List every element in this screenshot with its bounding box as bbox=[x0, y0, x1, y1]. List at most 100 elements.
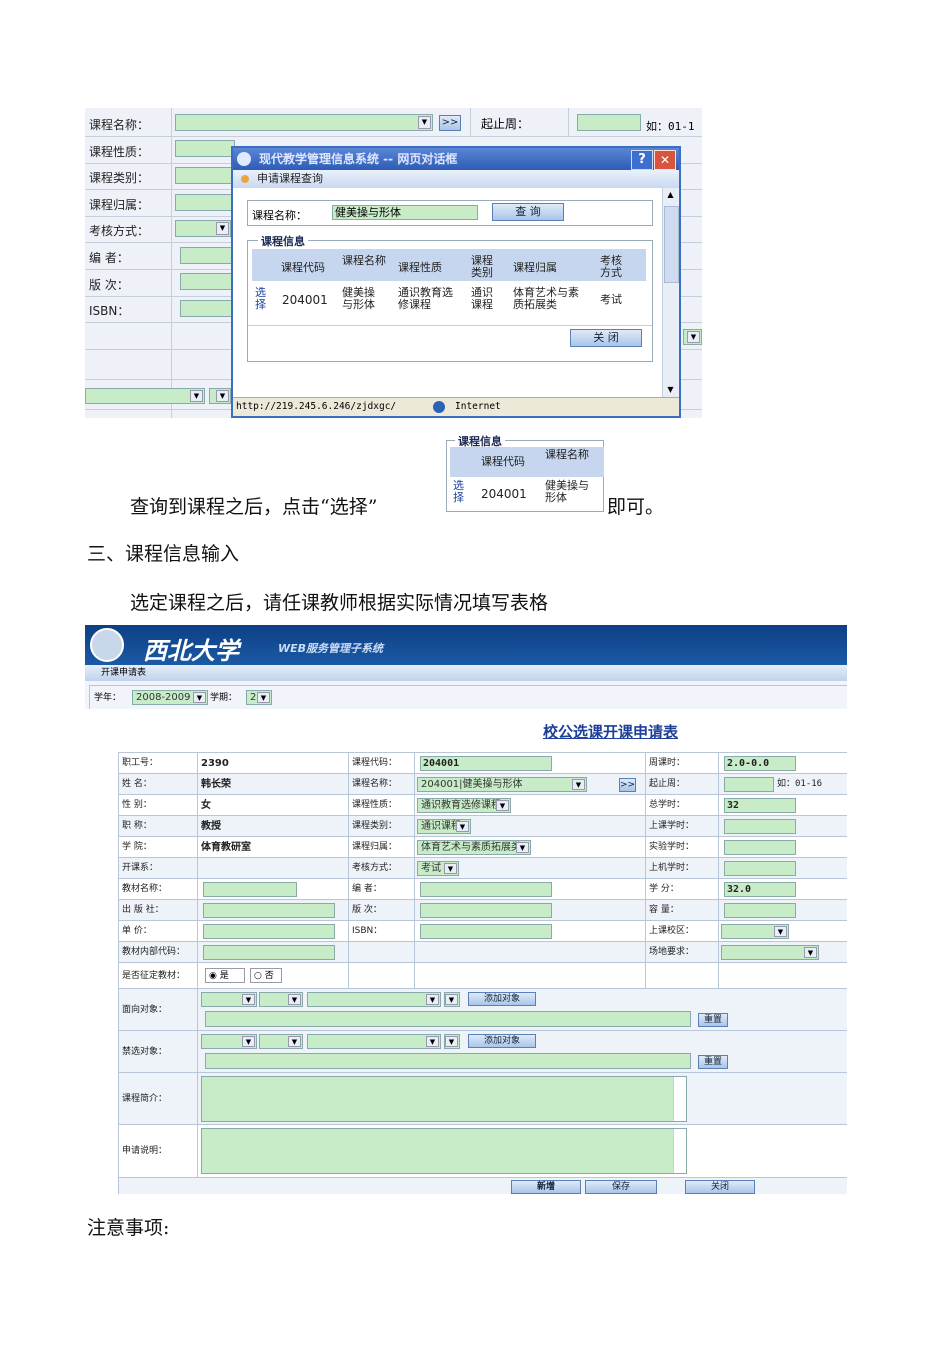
exam-select[interactable]: ▼ bbox=[175, 220, 231, 237]
field-input[interactable] bbox=[203, 945, 335, 960]
field-select[interactable]: ▼ bbox=[721, 945, 819, 960]
dialog-close-button[interactable]: 关 闭 bbox=[570, 329, 642, 347]
field-select[interactable]: 考试 ▼ bbox=[417, 861, 459, 876]
course-belong-input[interactable] bbox=[175, 194, 235, 211]
editor-input[interactable] bbox=[180, 247, 235, 264]
scroll-up-icon[interactable]: ▲ bbox=[664, 190, 677, 203]
field-label: 出 版 社： bbox=[118, 900, 197, 921]
textbook-yes-radio[interactable]: ◉ 是 bbox=[205, 968, 245, 983]
field-select[interactable]: 体育艺术与素质拓展类 ▼ bbox=[417, 840, 531, 855]
empty-cell bbox=[645, 963, 718, 989]
exclude-select-2[interactable]: ▼ bbox=[259, 1034, 303, 1049]
new-button[interactable]: 新增 bbox=[511, 1180, 581, 1194]
form-label: 课程归属： bbox=[89, 197, 150, 212]
field-label: 课程类别： bbox=[348, 816, 414, 837]
field-select[interactable]: 204001|健美操与形体 ▼ bbox=[417, 777, 587, 792]
add-exclude-button[interactable]: 添加对象 bbox=[468, 1034, 536, 1048]
year-select[interactable]: 2008-2009 ▼ bbox=[132, 690, 208, 705]
close-button[interactable]: 关闭 bbox=[685, 1180, 755, 1194]
field-input[interactable]: 204001 bbox=[420, 756, 552, 771]
target-select[interactable]: ▼ bbox=[85, 388, 205, 404]
next-button[interactable]: >> bbox=[439, 115, 461, 131]
action-row: 新增 保存 关闭 bbox=[118, 1177, 847, 1194]
exclude-list-input[interactable] bbox=[205, 1053, 691, 1069]
field-value bbox=[718, 816, 847, 837]
chevron-down-icon: ▼ bbox=[242, 994, 255, 1005]
target-list-input[interactable] bbox=[205, 1011, 691, 1027]
field-input[interactable] bbox=[420, 882, 552, 897]
target-select-2[interactable]: ▼ bbox=[209, 388, 231, 404]
field-label: 面向对象： bbox=[118, 989, 197, 1031]
field-input[interactable]: 32 bbox=[724, 798, 796, 813]
field-input[interactable] bbox=[724, 777, 774, 792]
target-select-2[interactable]: ▼ bbox=[259, 992, 303, 1007]
field-input[interactable] bbox=[203, 924, 335, 939]
exclude-select-3[interactable]: ▼ bbox=[307, 1034, 441, 1049]
field-label: 编 者： bbox=[348, 879, 414, 900]
field-input[interactable] bbox=[203, 903, 335, 918]
exclude-row: 禁选对象： ▼ ▼ ▼ ▼ 添加对象 重置 bbox=[118, 1030, 847, 1073]
note-textarea[interactable] bbox=[201, 1128, 687, 1174]
dialog-scrollbar[interactable]: ▲ ▼ bbox=[662, 188, 679, 400]
save-button[interactable]: 保存 bbox=[585, 1180, 657, 1194]
field-label: 职 称： bbox=[118, 816, 197, 837]
edition-input[interactable] bbox=[180, 273, 235, 290]
help-button[interactable]: ? bbox=[631, 150, 653, 170]
term-select[interactable]: 2 ▼ bbox=[246, 690, 272, 705]
field-input[interactable]: 2.0-0.0 bbox=[724, 756, 796, 771]
field-input[interactable] bbox=[724, 819, 796, 834]
isbn-input[interactable] bbox=[180, 300, 235, 317]
field-input[interactable] bbox=[420, 903, 552, 918]
course-category-input[interactable] bbox=[175, 167, 235, 184]
section-title: 课程信息 bbox=[258, 233, 308, 249]
form-label: 考核方式： bbox=[89, 224, 150, 239]
textbook-no-radio[interactable]: ○ 否 bbox=[250, 968, 282, 983]
field-select[interactable]: ▼ bbox=[721, 924, 789, 939]
arrow-bullet-icon bbox=[241, 175, 249, 183]
field-value bbox=[197, 900, 348, 921]
field-input[interactable] bbox=[724, 861, 796, 876]
field-input[interactable] bbox=[203, 882, 297, 897]
target-select-1[interactable]: ▼ bbox=[201, 992, 257, 1007]
field-select[interactable]: 通识教育选修课程 ▼ bbox=[417, 798, 511, 813]
field-input[interactable] bbox=[724, 903, 796, 918]
chevron-down-icon: ▼ bbox=[444, 863, 457, 874]
week-range-input[interactable] bbox=[577, 114, 641, 131]
exclude-select-4[interactable]: ▼ bbox=[444, 1034, 460, 1049]
textarea-scrollbar[interactable] bbox=[673, 1129, 686, 1173]
search-label: 课程名称： bbox=[252, 209, 307, 222]
add-target-button[interactable]: 添加对象 bbox=[468, 992, 536, 1006]
field-input[interactable]: 32.0 bbox=[724, 882, 796, 897]
field-input[interactable] bbox=[724, 840, 796, 855]
field-value: 韩长荣 bbox=[197, 774, 348, 795]
table-row: 姓 名： 韩长荣 课程名称： 204001|健美操与形体 ▼ >> 起止周： 如：01-16 bbox=[118, 773, 847, 795]
select-value: 通识教育选修课程 bbox=[421, 800, 501, 811]
course-name-select[interactable]: ▼ bbox=[175, 114, 433, 131]
target-select-3[interactable]: ▼ bbox=[307, 992, 441, 1007]
chevron-down-icon: ▼ bbox=[426, 1036, 439, 1047]
field-input[interactable] bbox=[420, 924, 552, 939]
course-name-search-input[interactable]: 健美操与形体 bbox=[332, 205, 478, 220]
intro-textarea[interactable] bbox=[201, 1076, 687, 1122]
snippet-col-name: 课程名称 bbox=[545, 448, 589, 461]
chevron-down-icon: ▼ bbox=[572, 779, 585, 790]
reset-exclude-button[interactable]: 重置 bbox=[698, 1055, 728, 1069]
select-link[interactable]: 选择 bbox=[255, 287, 268, 311]
textarea-scrollbar[interactable] bbox=[673, 1077, 686, 1121]
course-nature-input[interactable] bbox=[175, 140, 235, 157]
scroll-thumb[interactable] bbox=[664, 206, 679, 283]
field-select[interactable]: 通识课程 ▼ bbox=[417, 819, 471, 834]
col-nature: 课程性质 bbox=[398, 261, 442, 274]
reset-target-button[interactable]: 重置 bbox=[698, 1013, 728, 1027]
col-code: 课程代码 bbox=[281, 261, 325, 274]
query-button[interactable]: 查 询 bbox=[492, 203, 564, 221]
right-select[interactable]: ▼ bbox=[683, 329, 702, 345]
exclude-select-1[interactable]: ▼ bbox=[201, 1034, 257, 1049]
dialog-close-icon[interactable]: ✕ bbox=[654, 150, 676, 170]
form-label: 课程类别： bbox=[89, 171, 150, 186]
field-value: 教授 bbox=[197, 816, 348, 837]
target-select-4[interactable]: ▼ bbox=[444, 992, 460, 1007]
chevron-down-icon: ▼ bbox=[242, 1036, 255, 1047]
next-button[interactable]: >> bbox=[619, 778, 636, 792]
chevron-down-icon: ▼ bbox=[426, 994, 439, 1005]
